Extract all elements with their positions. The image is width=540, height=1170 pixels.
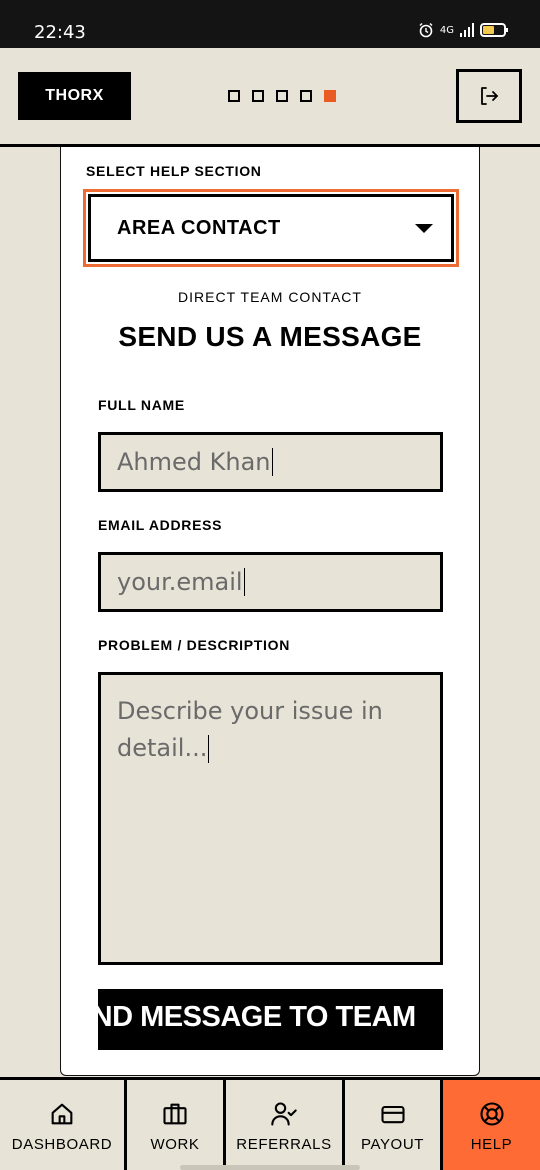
home-icon — [51, 1103, 73, 1125]
email-placeholder: your.email — [117, 568, 243, 596]
app-header: THORX — [0, 48, 540, 147]
problem-label: PROBLEM / DESCRIPTION — [98, 637, 291, 653]
status-time: 22:43 — [34, 22, 86, 43]
nav-label: WORK — [150, 1136, 200, 1153]
step-dot — [276, 90, 288, 102]
nav-label: HELP — [470, 1136, 513, 1153]
briefcase-icon — [163, 1103, 187, 1125]
bottom-nav: DASHBOARD WORK REFERRALS PAYOUT HELP — [0, 1077, 540, 1170]
user-check-icon — [271, 1102, 297, 1126]
page-title: SEND US A MESSAGE — [118, 321, 422, 352]
alarm-icon — [419, 23, 433, 38]
full-name-value: Ahmed Khan — [117, 448, 271, 476]
problem-placeholder: Describe your issue in detail... — [117, 697, 383, 762]
step-dot — [228, 90, 240, 102]
nav-item-dashboard[interactable]: DASHBOARD — [0, 1080, 127, 1170]
text-cursor — [271, 448, 273, 476]
battery-icon — [480, 23, 508, 37]
email-input[interactable]: your.email — [98, 552, 443, 612]
logout-icon — [481, 87, 498, 105]
send-message-button[interactable]: SEND MESSAGE TO TEAM — [98, 989, 443, 1050]
status-icons: 4G — [418, 22, 508, 38]
help-card: SELECT HELP SECTION AREA CONTACT DIRECT … — [60, 147, 480, 1076]
nav-label: DASHBOARD — [11, 1136, 113, 1153]
nav-label: PAYOUT — [360, 1136, 425, 1153]
full-name-input[interactable]: Ahmed Khan — [98, 432, 443, 492]
nav-label: REFERRALS — [236, 1136, 332, 1153]
section-label: SELECT HELP SECTION — [86, 163, 262, 179]
step-dot-active — [324, 90, 336, 102]
text-cursor — [208, 735, 210, 763]
home-indicator[interactable] — [180, 1165, 360, 1170]
logo[interactable]: THORX — [18, 72, 131, 120]
text-cursor — [243, 568, 245, 596]
email-label: EMAIL ADDRESS — [98, 517, 223, 533]
step-indicator — [228, 90, 336, 102]
send-message-label: SEND MESSAGE TO TEAM — [98, 1001, 416, 1033]
lifebuoy-icon — [479, 1102, 504, 1126]
step-dot — [300, 90, 312, 102]
full-name-label: FULL NAME — [98, 397, 185, 413]
status-bar: 22:43 4G — [0, 0, 540, 48]
step-dot — [252, 90, 264, 102]
select-inner[interactable]: AREA CONTACT — [88, 194, 454, 262]
logout-button[interactable] — [456, 69, 522, 123]
signal-icon — [460, 23, 474, 37]
problem-textarea[interactable]: Describe your issue in detail... — [98, 672, 443, 965]
nav-item-work[interactable]: WORK — [127, 1080, 226, 1170]
caret-down-icon — [415, 223, 433, 233]
nav-item-payout[interactable]: PAYOUT — [345, 1080, 443, 1170]
card-icon — [380, 1105, 405, 1124]
select-value: AREA CONTACT — [117, 216, 281, 239]
help-section-select[interactable]: AREA CONTACT — [83, 189, 459, 267]
sub-heading: DIRECT TEAM CONTACT — [178, 289, 362, 305]
nav-item-help[interactable]: HELP — [443, 1080, 540, 1170]
network-label: 4G — [439, 24, 454, 36]
nav-item-referrals[interactable]: REFERRALS — [226, 1080, 345, 1170]
